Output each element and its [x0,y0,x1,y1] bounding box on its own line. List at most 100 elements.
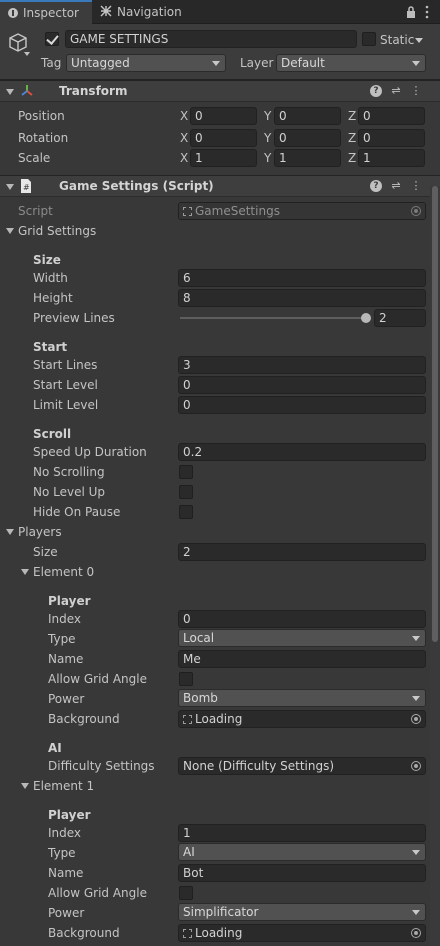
object-picker-icon[interactable] [411,206,421,216]
element-1-power-dropdown[interactable]: Simplificator [178,903,426,921]
transform-header[interactable]: Transform ? ⇌ ⋮ [0,80,440,102]
help-icon[interactable]: ? [370,85,382,97]
scale-z-axis[interactable]: Z [348,150,356,166]
start-level-field[interactable]: 0 [178,376,426,394]
gameobject-name-field[interactable]: GAME SETTINGS [65,30,357,48]
scale-x-field[interactable]: 1 [190,149,257,167]
element-0-name-field[interactable]: Me [178,650,426,668]
static-dropdown-arrow-icon[interactable] [415,38,423,43]
element-1-name-field[interactable]: Bot [178,864,426,882]
active-checkbox[interactable] [45,32,59,46]
object-picker-icon[interactable] [411,714,421,724]
element-1-index-field[interactable]: 1 [178,824,426,842]
scale-label: Scale [18,151,51,165]
foldout-arrow-icon[interactable] [6,89,14,95]
static-label[interactable]: Static [380,32,414,48]
tab-navigation-label: Navigation [117,5,182,19]
preset-icon[interactable]: ⇌ [390,180,402,192]
tag-dropdown[interactable]: Untagged [66,54,226,72]
position-z-field[interactable]: 0 [358,107,425,125]
rotation-x-field[interactable]: 0 [190,129,257,147]
gameobject-header: GAME SETTINGS Static Tag Untagged Layer … [0,24,440,80]
gameobject-cube-icon[interactable] [6,30,30,54]
script-component-header[interactable]: # Game Settings (Script) ? ⇌ ⋮ [0,175,440,197]
element-0-foldout-arrow-icon[interactable] [21,569,29,575]
element-0-ai-header: AI [48,741,62,755]
position-z-axis[interactable]: Z [348,108,356,124]
scrollbar-thumb[interactable] [432,186,438,642]
element-1-allow-grid-angle-label: Allow Grid Angle [48,886,147,900]
width-label: Width [33,271,68,285]
players-label[interactable]: Players [18,524,62,540]
chevron-down-icon [212,61,220,66]
players-foldout-arrow-icon[interactable] [6,529,14,535]
foldout-arrow-icon[interactable] [6,184,14,190]
scale-y-axis[interactable]: Y [264,150,271,166]
preview-lines-slider-thumb[interactable] [361,313,371,323]
position-x-field[interactable]: 0 [190,107,257,125]
no-level-up-checkbox[interactable] [179,485,193,499]
grid-settings-label[interactable]: Grid Settings [18,223,96,239]
element-1-background-field[interactable]: Loading [178,924,426,942]
element-0-difficulty-label: Difficulty Settings [48,759,155,773]
limit-level-field[interactable]: 0 [178,396,426,414]
height-field[interactable]: 8 [178,289,426,307]
more-options-icon[interactable] [424,5,430,19]
position-y-field[interactable]: 0 [274,107,341,125]
rotation-label: Rotation [18,131,69,145]
rotation-z-axis[interactable]: Z [348,130,356,146]
scale-x-axis[interactable]: X [180,150,188,166]
no-scrolling-checkbox[interactable] [179,465,193,479]
object-picker-icon[interactable] [411,761,421,771]
hide-on-pause-checkbox[interactable] [179,505,193,519]
element-0-allow-grid-angle-checkbox[interactable] [179,672,193,686]
preview-lines-field[interactable]: 2 [374,309,426,327]
position-x-axis[interactable]: X [180,108,188,124]
rotation-y-axis[interactable]: Y [264,130,271,146]
limit-level-label: Limit Level [33,398,99,412]
static-checkbox[interactable] [362,32,376,46]
layer-dropdown[interactable]: Default [276,54,426,72]
layer-value: Default [281,56,325,70]
players-size-field[interactable]: 2 [178,543,426,561]
element-0-power-dropdown[interactable]: Bomb [178,689,426,707]
element-0-background-field[interactable]: Loading [178,710,426,728]
rotation-x-axis[interactable]: X [180,130,188,146]
element-1-foldout-arrow-icon[interactable] [21,783,29,789]
element-1-allow-grid-angle-checkbox[interactable] [179,886,193,900]
start-lines-field[interactable]: 3 [178,356,426,374]
rotation-z-field[interactable]: 0 [358,129,425,147]
component-menu-icon[interactable]: ⋮ [410,180,422,192]
scale-y-field[interactable]: 1 [274,149,341,167]
hide-on-pause-label: Hide On Pause [33,505,121,519]
lock-icon[interactable] [405,5,417,19]
rotation-y-field[interactable]: 0 [274,129,341,147]
tab-inspector[interactable]: Inspector [0,0,92,24]
speed-up-duration-field[interactable]: 0.2 [178,443,426,461]
component-menu-icon[interactable]: ⋮ [410,85,422,97]
height-label: Height [33,291,73,305]
object-picker-icon[interactable] [411,928,421,938]
tag-label: Tag [41,56,62,70]
start-header: Start [33,340,68,354]
preview-lines-slider[interactable] [180,317,366,319]
element-0-index-label: Index [48,612,82,626]
position-y-axis[interactable]: Y [264,108,271,124]
element-1-label[interactable]: Element 1 [33,778,94,794]
inspector-scrollbar[interactable] [430,186,440,946]
element-0-difficulty-field[interactable]: None (Difficulty Settings) [178,757,426,775]
element-0-type-dropdown[interactable]: Local [178,629,426,647]
element-1-type-dropdown[interactable]: AI [178,843,426,861]
width-field[interactable]: 6 [178,269,426,287]
grid-settings-foldout-arrow-icon[interactable] [6,228,14,234]
preset-icon[interactable]: ⇌ [390,85,402,97]
position-label: Position [18,109,65,123]
tab-navigation[interactable]: Navigation [100,0,200,24]
help-icon[interactable]: ? [370,180,382,192]
element-1-power-value: Simplificator [183,905,259,919]
scale-z-field[interactable]: 1 [358,149,425,167]
element-0-index-field[interactable]: 0 [178,610,426,628]
script-reference-field[interactable]: GameSettings [178,202,426,220]
element-0-label[interactable]: Element 0 [33,564,94,580]
gameobject-menu-arrow-icon[interactable] [24,52,30,56]
